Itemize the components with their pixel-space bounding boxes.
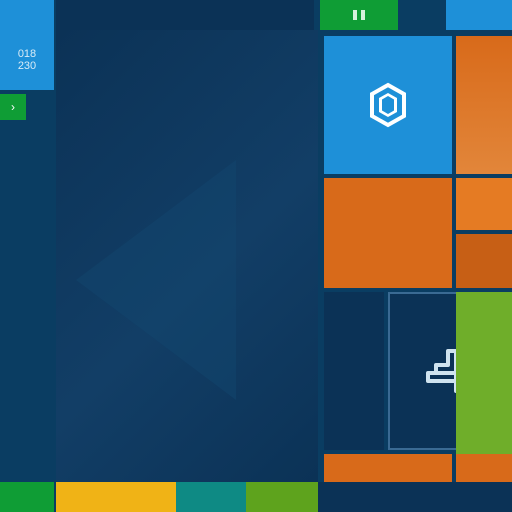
start-canvas: 018 230 › [0,0,512,512]
app-tile-orange-3[interactable] [456,178,512,230]
bottom-tile-olive[interactable] [246,482,318,512]
app-tile-dark-slim[interactable] [324,292,384,450]
badge-label: 018 230 [14,44,40,76]
chevron-right-icon: › [11,100,15,114]
app-tile-security[interactable] [324,36,452,174]
app-tile-orange-6[interactable] [456,454,512,482]
pause-icon [353,10,365,20]
main-dark-panel [56,30,318,482]
top-tile-dark [56,0,314,30]
app-tile-orange-5[interactable] [324,454,452,482]
bottom-tile-dark [318,482,512,512]
bottom-tile-yellow[interactable] [56,482,176,512]
top-tile-blue-right[interactable] [446,0,512,30]
top-tile-partial-blue[interactable] [0,0,54,30]
left-accent-tile[interactable]: › [0,94,26,120]
bottom-tile-green[interactable] [0,482,54,512]
bottom-tile-strip [0,482,512,512]
app-tile-orange-2[interactable] [324,178,452,288]
hexagon-shield-icon [364,81,412,129]
top-tile-green[interactable] [320,0,398,30]
app-tile-orange-1[interactable] [456,36,512,174]
bottom-tile-teal[interactable] [176,482,246,512]
badge-tile[interactable]: 018 230 [0,30,54,90]
top-tile-strip [0,0,512,30]
app-tile-orange-4[interactable] [456,234,512,288]
